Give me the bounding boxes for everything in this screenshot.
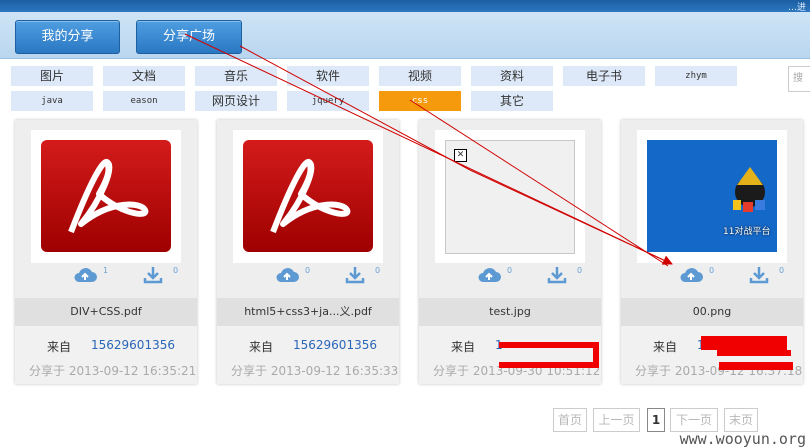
annotation-arrows [184, 33, 673, 267]
annotation-line [469, 169, 673, 265]
annotation-line [239, 45, 471, 171]
annotation-line [409, 99, 669, 267]
